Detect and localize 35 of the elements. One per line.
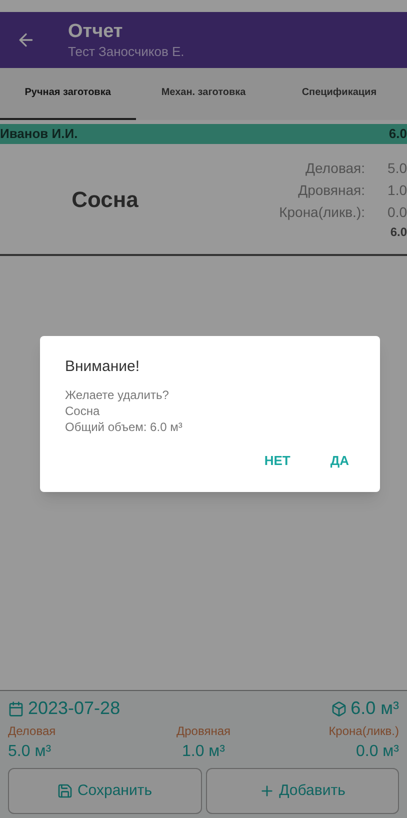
tab[interactable]: Механ. заготовка — [136, 68, 272, 120]
dialog-action-button[interactable]: ДА — [314, 446, 365, 474]
tab[interactable]: Спецификация — [271, 68, 407, 120]
volume-label: Крона(ликв.): — [279, 202, 365, 222]
dialog-title: Внимание! — [65, 357, 140, 377]
add-button[interactable]: Добавить — [206, 768, 399, 814]
volume-label: Деловая: — [306, 158, 365, 178]
volume-label: Дровяная: — [298, 180, 365, 200]
tab[interactable]: Ручная заготовка — [0, 68, 136, 120]
save-button[interactable]: Сохранить — [8, 768, 202, 814]
calendar-icon — [8, 700, 24, 716]
dialog-action-button[interactable]: НЕТ — [248, 446, 306, 474]
screen-title: Отчет — [68, 20, 124, 44]
volume-value: 1.0 — [386, 180, 407, 200]
sort-label: Деловая — [8, 723, 57, 740]
screen-subtitle: Тест Заносчиков Е. — [68, 44, 184, 60]
volume-value: 5.0 — [386, 158, 407, 178]
dialog-message: Общий объем: 6.0 м³ — [65, 418, 184, 434]
group-total: 6.0 — [388, 125, 407, 144]
save-icon — [57, 783, 74, 799]
species-name: Сосна — [70, 186, 140, 214]
group-name: Иванов И.И. — [0, 125, 78, 144]
sort-volume: 0.0 м³ — [354, 742, 399, 762]
dialog-message: Желаете удалить? — [65, 386, 170, 402]
sort-label: Дровяная — [175, 723, 232, 740]
sort-volume: 1.0 м³ — [180, 742, 226, 762]
group-header[interactable]: Иванов И.И. 6.0 — [0, 124, 407, 144]
date-text: 2023-07-28 — [28, 697, 120, 720]
item-total: 6.0 — [390, 224, 407, 241]
cube-icon — [330, 700, 347, 716]
sort-label: Крона(ликв.) — [328, 723, 399, 740]
total-volume: 6.0 м³ — [350, 697, 399, 720]
volume-value: 0.0 — [386, 202, 407, 222]
sort-volume: 5.0 м³ — [8, 742, 52, 762]
dialog-message: Сосна — [65, 402, 101, 418]
